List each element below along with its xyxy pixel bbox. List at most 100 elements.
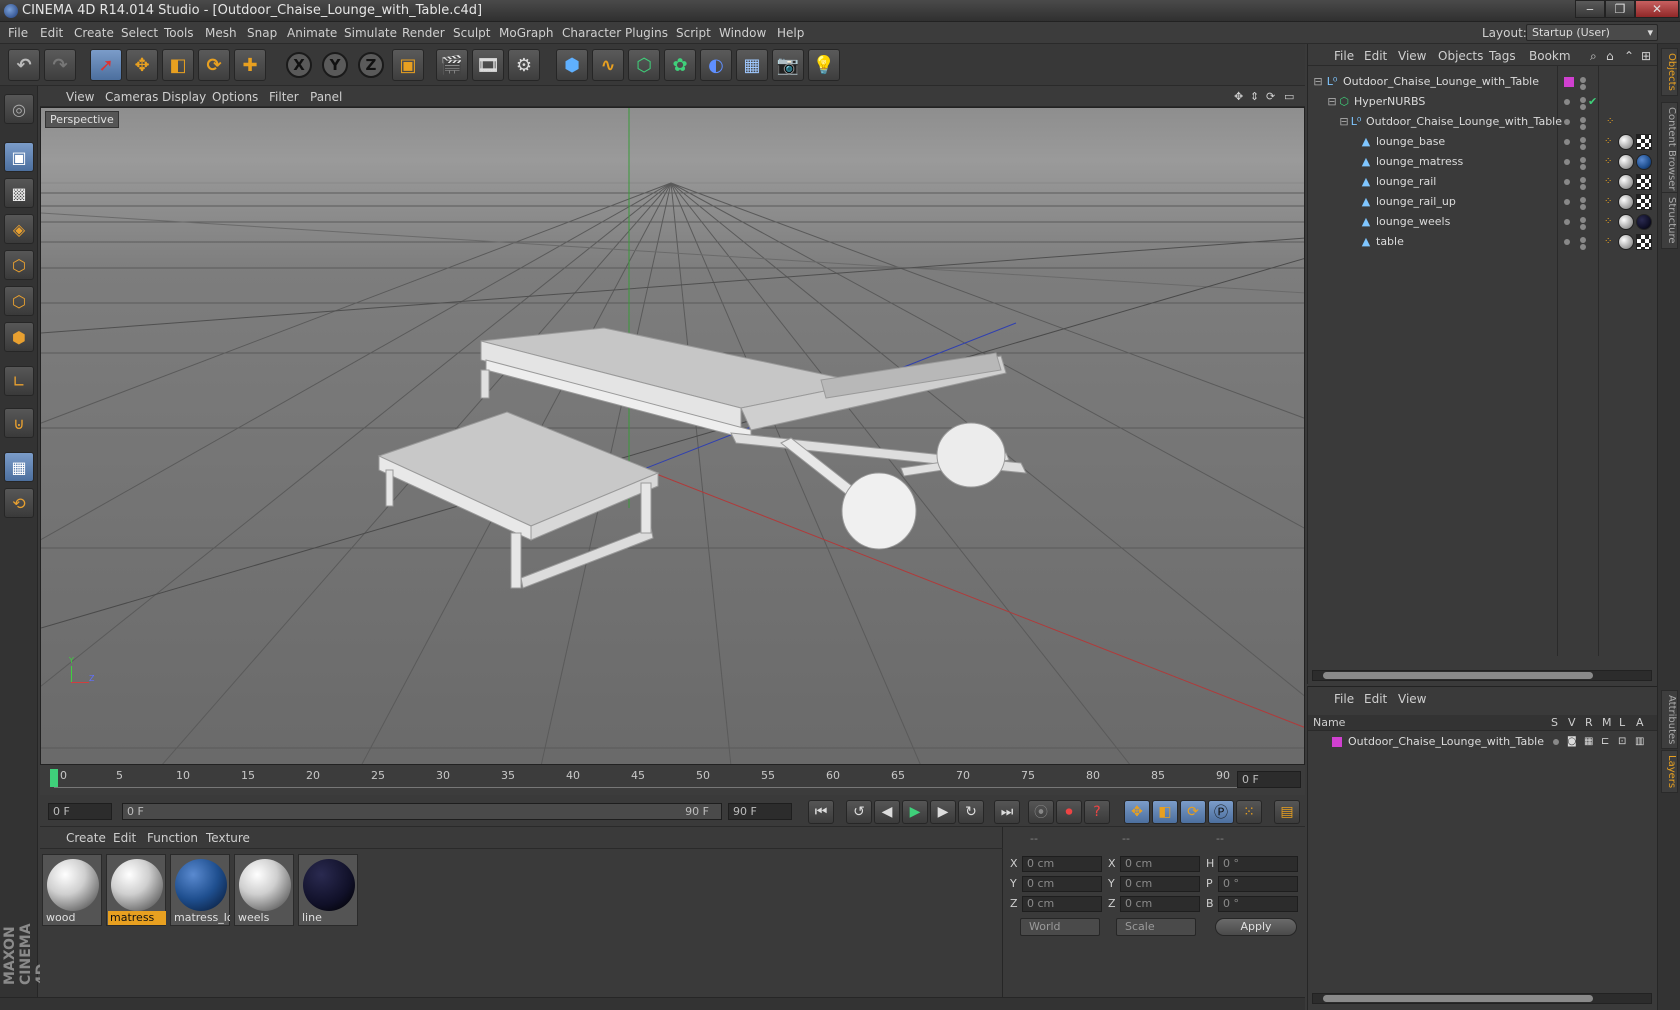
manager-icon[interactable]: ⊏ bbox=[1601, 732, 1609, 752]
menu-select[interactable]: Select bbox=[121, 26, 158, 40]
object-row[interactable]: ⊟ ⬡ HyperNURBS ✔ bbox=[1308, 92, 1658, 112]
animation-icon[interactable]: ▥ bbox=[1635, 732, 1644, 752]
collapse-icon[interactable]: ⊟ bbox=[1312, 75, 1324, 88]
workplane-mode-icon[interactable]: ◈ bbox=[4, 214, 34, 244]
viewport-rotate-icon[interactable]: ⟳ bbox=[1266, 90, 1275, 103]
enabled-check-icon[interactable]: ✔ bbox=[1588, 92, 1597, 112]
viewport-menu-cameras[interactable]: Cameras bbox=[105, 90, 158, 104]
texture-mode-icon[interactable]: ▩ bbox=[4, 178, 34, 208]
render-visibility-dot[interactable] bbox=[1580, 204, 1586, 210]
viewport-menu-options[interactable]: Options bbox=[212, 90, 258, 104]
key-position-icon[interactable]: ✥ bbox=[1124, 800, 1150, 824]
render-visibility-dot[interactable] bbox=[1580, 84, 1586, 90]
collapse-icon[interactable]: ⊟ bbox=[1338, 115, 1350, 128]
render-icon[interactable]: ▦ bbox=[1584, 732, 1593, 752]
close-button[interactable]: ✕ bbox=[1635, 0, 1679, 18]
maximize-button[interactable]: ❐ bbox=[1605, 0, 1635, 18]
editor-visibility-dot[interactable] bbox=[1564, 99, 1570, 105]
layer-menu-view[interactable]: View bbox=[1398, 692, 1426, 706]
render-visibility-dot[interactable] bbox=[1580, 164, 1586, 170]
menu-snap[interactable]: Snap bbox=[247, 26, 277, 40]
object-menu-file[interactable]: File bbox=[1334, 49, 1354, 63]
nurbs-icon[interactable]: ⬡ bbox=[628, 49, 660, 81]
menu-tools[interactable]: Tools bbox=[164, 26, 194, 40]
coord-rot-b-field[interactable]: 0 ° bbox=[1218, 896, 1298, 912]
menu-edit[interactable]: Edit bbox=[40, 26, 63, 40]
coord-pos-z-field[interactable]: 0 cm bbox=[1022, 896, 1102, 912]
points-mode-icon[interactable]: ⬡ bbox=[4, 250, 34, 280]
material-matress-lo[interactable]: matress_lo bbox=[170, 854, 230, 926]
camera-icon[interactable]: 📷 bbox=[772, 49, 804, 81]
timeline-ruler[interactable]: 0 5 10 15 20 25 30 35 40 45 50 55 60 65 … bbox=[40, 765, 1305, 795]
collapse-icon[interactable]: ⊟ bbox=[1326, 95, 1338, 108]
locked-workplane-icon[interactable]: ⟲ bbox=[4, 488, 34, 518]
menu-file[interactable]: File bbox=[8, 26, 28, 40]
coord-rot-h-field[interactable]: 0 ° bbox=[1218, 856, 1298, 872]
material-weels[interactable]: weels bbox=[234, 854, 294, 926]
render-visibility-dot[interactable] bbox=[1580, 184, 1586, 190]
workplane-lock-icon[interactable]: ▦ bbox=[4, 452, 34, 482]
go-to-end-icon[interactable]: ⏭ bbox=[994, 800, 1020, 824]
material-menu-create[interactable]: Create bbox=[66, 831, 106, 845]
apply-button[interactable]: Apply bbox=[1215, 918, 1297, 936]
layer-menu-edit[interactable]: Edit bbox=[1364, 692, 1387, 706]
next-frame-icon[interactable]: ▶ bbox=[930, 800, 956, 824]
object-menu-view[interactable]: View bbox=[1398, 49, 1426, 63]
object-row[interactable]: ⊟ L⁰ Outdoor_Chaise_Lounge_with_Table ⁘ bbox=[1308, 112, 1658, 132]
coord-size-mode-dropdown[interactable]: Scale bbox=[1116, 918, 1196, 936]
render-visibility-dot[interactable] bbox=[1580, 104, 1586, 110]
coord-pos-x-field[interactable]: 0 cm bbox=[1022, 856, 1102, 872]
render-settings-icon[interactable]: ⚙ bbox=[508, 49, 540, 81]
material-tag-icon[interactable] bbox=[1636, 214, 1652, 230]
material-tag-icon[interactable] bbox=[1618, 154, 1634, 170]
editor-visibility-dot[interactable] bbox=[1580, 217, 1586, 223]
texture-tag-icon[interactable] bbox=[1636, 174, 1652, 190]
object-menu-objects[interactable]: Objects bbox=[1438, 49, 1483, 63]
material-menu-texture[interactable]: Texture bbox=[206, 831, 250, 845]
object-menu-bookmarks[interactable]: Bookm bbox=[1529, 49, 1571, 63]
material-menu-function[interactable]: Function bbox=[147, 831, 198, 845]
menu-plugins[interactable]: Plugins bbox=[625, 26, 668, 40]
viewport-menu-panel[interactable]: Panel bbox=[310, 90, 342, 104]
editor-visibility-dot[interactable] bbox=[1580, 197, 1586, 203]
menu-window[interactable]: Window bbox=[719, 26, 766, 40]
move-icon[interactable]: ✥ bbox=[126, 49, 158, 81]
material-wood[interactable]: wood bbox=[42, 854, 102, 926]
object-row[interactable]: ▲ lounge_weels ⁘ bbox=[1308, 212, 1658, 232]
menu-sculpt[interactable]: Sculpt bbox=[453, 26, 490, 40]
snap-magnet-icon[interactable]: ⊍ bbox=[4, 408, 34, 438]
editor-visibility-dot[interactable] bbox=[1564, 119, 1570, 125]
editor-visibility-dot[interactable] bbox=[1564, 179, 1570, 185]
editor-visibility-dot[interactable] bbox=[1580, 77, 1586, 83]
eye-icon[interactable]: ◙ bbox=[1567, 732, 1577, 752]
material-tag-icon[interactable] bbox=[1618, 174, 1634, 190]
rotate-icon[interactable]: ⟳ bbox=[198, 49, 230, 81]
layer-color-swatch[interactable] bbox=[1564, 77, 1574, 87]
coord-pos-y-field[interactable]: 0 cm bbox=[1022, 876, 1102, 892]
material-tag-icon[interactable] bbox=[1636, 154, 1652, 170]
make-editable-icon[interactable]: ◎ bbox=[4, 94, 34, 124]
menu-render[interactable]: Render bbox=[402, 26, 445, 40]
array-icon[interactable]: ✿ bbox=[664, 49, 696, 81]
render-visibility-dot[interactable] bbox=[1580, 224, 1586, 230]
axis-mode-icon[interactable]: ∟ bbox=[4, 366, 34, 396]
editor-visibility-dot[interactable] bbox=[1580, 97, 1586, 103]
editor-visibility-dot[interactable] bbox=[1564, 159, 1570, 165]
range-slider[interactable]: 0 F 90 F bbox=[122, 803, 722, 820]
perspective-viewport[interactable]: Perspective Y Z bbox=[40, 107, 1305, 765]
live-selection-icon[interactable]: ➚ bbox=[90, 49, 122, 81]
menu-script[interactable]: Script bbox=[676, 26, 711, 40]
render-picture-viewer-icon[interactable]: 🎞 bbox=[472, 49, 504, 81]
tab-layers[interactable]: Layers bbox=[1661, 750, 1678, 794]
tab-content-browser[interactable]: Content Browser bbox=[1661, 102, 1678, 196]
editor-visibility-dot[interactable] bbox=[1580, 237, 1586, 243]
layer-menu-file[interactable]: File bbox=[1334, 692, 1354, 706]
material-menu-edit[interactable]: Edit bbox=[113, 831, 136, 845]
x-axis-lock[interactable]: X bbox=[286, 52, 312, 78]
viewport-move-icon[interactable]: ✥ bbox=[1234, 90, 1243, 103]
editor-visibility-dot[interactable] bbox=[1564, 239, 1570, 245]
object-row[interactable]: ⊟ L⁰ Outdoor_Chaise_Lounge_with_Table bbox=[1308, 72, 1658, 92]
texture-tag-icon[interactable] bbox=[1636, 134, 1652, 150]
phong-tag-icon[interactable]: ⁘ bbox=[1604, 212, 1612, 232]
viewport-maximize-icon[interactable]: ▭ bbox=[1284, 90, 1294, 103]
